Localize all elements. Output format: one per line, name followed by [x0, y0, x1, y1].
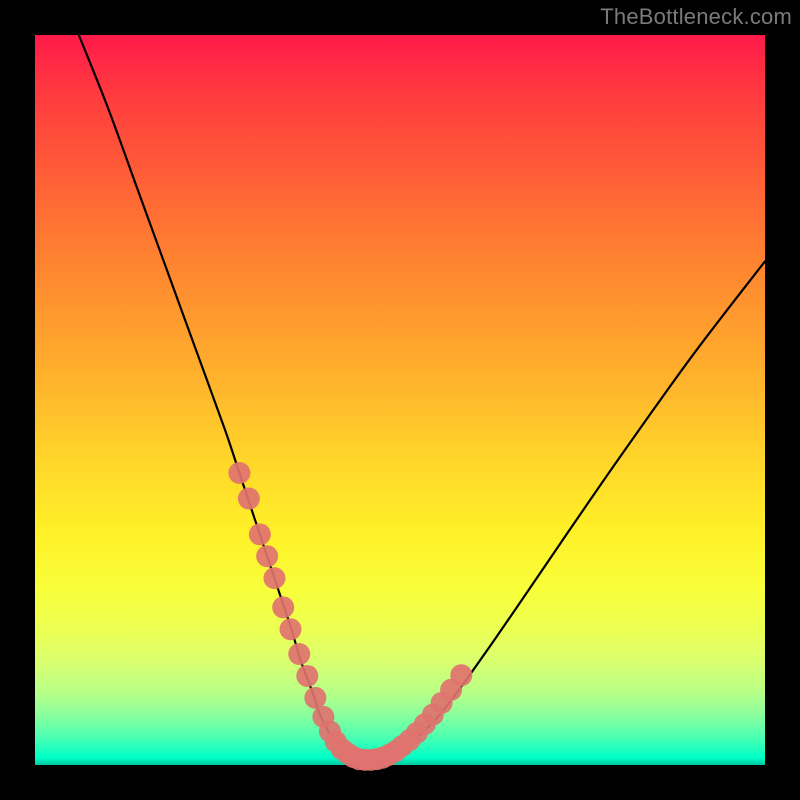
marker-point — [238, 488, 260, 510]
marker-group — [228, 462, 472, 771]
marker-point — [450, 664, 472, 686]
marker-point — [288, 643, 310, 665]
chart-overlay — [35, 35, 765, 765]
chart-frame: TheBottleneck.com — [0, 0, 800, 800]
marker-point — [256, 545, 278, 567]
watermark-text: TheBottleneck.com — [600, 4, 792, 30]
marker-point — [249, 523, 271, 545]
marker-point — [272, 596, 294, 618]
marker-point — [280, 618, 302, 640]
marker-point — [263, 567, 285, 589]
marker-point — [304, 687, 326, 709]
bottleneck-curve — [79, 35, 765, 761]
marker-point — [296, 665, 318, 687]
marker-point — [228, 462, 250, 484]
